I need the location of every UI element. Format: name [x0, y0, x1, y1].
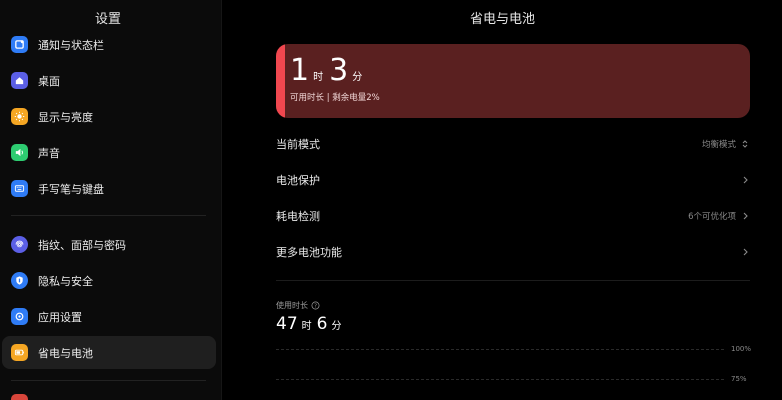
section-divider	[276, 280, 750, 281]
row-value-group	[736, 175, 750, 185]
sidebar-item-privacy[interactable]: 隐私与安全	[0, 264, 216, 297]
fingerprint-icon	[11, 236, 28, 253]
sidebar-title: 设置	[94, 12, 121, 27]
row-label: 当前模式	[276, 138, 320, 151]
sidebar-item-app-settings[interactable]: 应用设置	[0, 300, 216, 333]
chart-gridline	[276, 379, 724, 380]
app-settings-icon	[11, 308, 28, 325]
notification-icon	[11, 36, 28, 53]
sun-icon	[11, 108, 28, 125]
sidebar-item-label: 隐私与安全	[38, 274, 93, 288]
chevron-right-icon	[740, 247, 750, 257]
sidebar-item-stylus-keyboard[interactable]: 手写笔与键盘	[0, 172, 216, 205]
row-value-group: 均衡模式	[702, 138, 750, 150]
usage-hours-unit: 时	[301, 321, 312, 332]
sidebar-item-label: 通知与状态栏	[38, 38, 104, 52]
help-icon[interactable]: ?	[311, 301, 320, 310]
usage-duration-value: 47 时 6 分	[276, 314, 346, 334]
row-value-group	[736, 247, 750, 257]
usage-minutes-unit: 分	[331, 321, 342, 332]
sidebar-item-label: 桌面	[38, 74, 60, 88]
home-icon	[11, 72, 28, 89]
sidebar-item-sound[interactable]: 声音	[0, 136, 216, 169]
row-current-mode[interactable]: 当前模式 均衡模式	[276, 129, 750, 159]
row-more-battery-features[interactable]: 更多电池功能	[276, 237, 750, 267]
row-value-group: 6个可优化项	[688, 210, 750, 222]
sidebar-divider	[11, 215, 206, 216]
row-value: 均衡模式	[701, 140, 736, 150]
usage-label-text: 使用时长	[276, 301, 308, 310]
usage-minutes: 6	[316, 314, 328, 334]
sidebar-divider	[11, 380, 206, 381]
battery-remaining-time: 1 时 3 分	[290, 56, 368, 86]
main-panel: 省电与电池 1 时 3 分 可用时长 | 剩余电量2% 当前模式 均衡模式 电池…	[223, 0, 782, 400]
sidebar: 设置 通知与状态栏 桌面 显示与亮度 声音 手写笔与键盘 指纹、面部与密码 隐私…	[0, 0, 222, 400]
sidebar-item-label: 手写笔与键盘	[38, 182, 104, 196]
svg-text:?: ?	[314, 303, 317, 309]
updown-chevron-icon	[740, 139, 750, 149]
sidebar-item-display[interactable]: 显示与亮度	[0, 100, 216, 133]
battery-level-fill	[276, 44, 286, 118]
battery-minutes-unit: 分	[352, 72, 363, 83]
sidebar-item-label: 显示与亮度	[38, 110, 93, 124]
sidebar-item-label: 应用设置	[38, 310, 82, 324]
sidebar-item-label: 声音	[38, 146, 60, 160]
row-label: 更多电池功能	[276, 246, 342, 259]
sidebar-item-partial-icon[interactable]	[11, 394, 28, 400]
battery-status-card: 1 时 3 分 可用时长 | 剩余电量2%	[276, 44, 750, 118]
chevron-right-icon	[740, 211, 750, 221]
battery-subtitle: 可用时长 | 剩余电量2%	[290, 93, 380, 103]
row-battery-protection[interactable]: 电池保护	[276, 165, 750, 195]
sidebar-item-desktop[interactable]: 桌面	[0, 64, 216, 97]
chart-tick-label: 75%	[731, 375, 747, 383]
sidebar-item-battery[interactable]: 省电与电池	[2, 336, 216, 369]
page-title: 省电与电池	[469, 12, 535, 27]
speaker-icon	[11, 144, 28, 161]
privacy-icon	[11, 272, 28, 289]
row-power-detection[interactable]: 耗电检测 6个可优化项	[276, 201, 750, 231]
usage-hours: 47	[276, 314, 298, 334]
sidebar-item-label: 省电与电池	[38, 346, 93, 360]
row-value: 6个可优化项	[688, 212, 736, 222]
battery-hours-unit: 时	[313, 72, 324, 83]
row-label: 电池保护	[276, 174, 320, 187]
chart-tick-label: 100%	[731, 345, 752, 353]
chevron-right-icon	[740, 175, 750, 185]
battery-minutes: 3	[329, 53, 349, 88]
battery-icon	[11, 344, 28, 361]
sidebar-item-label: 指纹、面部与密码	[38, 238, 126, 252]
keyboard-icon	[11, 180, 28, 197]
row-label: 耗电检测	[276, 210, 320, 223]
chart-gridline	[276, 349, 724, 350]
sidebar-item-biometrics[interactable]: 指纹、面部与密码	[0, 228, 216, 261]
usage-duration-label: 使用时长 ?	[276, 300, 320, 311]
battery-hours: 1	[290, 53, 310, 88]
sidebar-item-notifications[interactable]: 通知与状态栏	[0, 28, 216, 61]
